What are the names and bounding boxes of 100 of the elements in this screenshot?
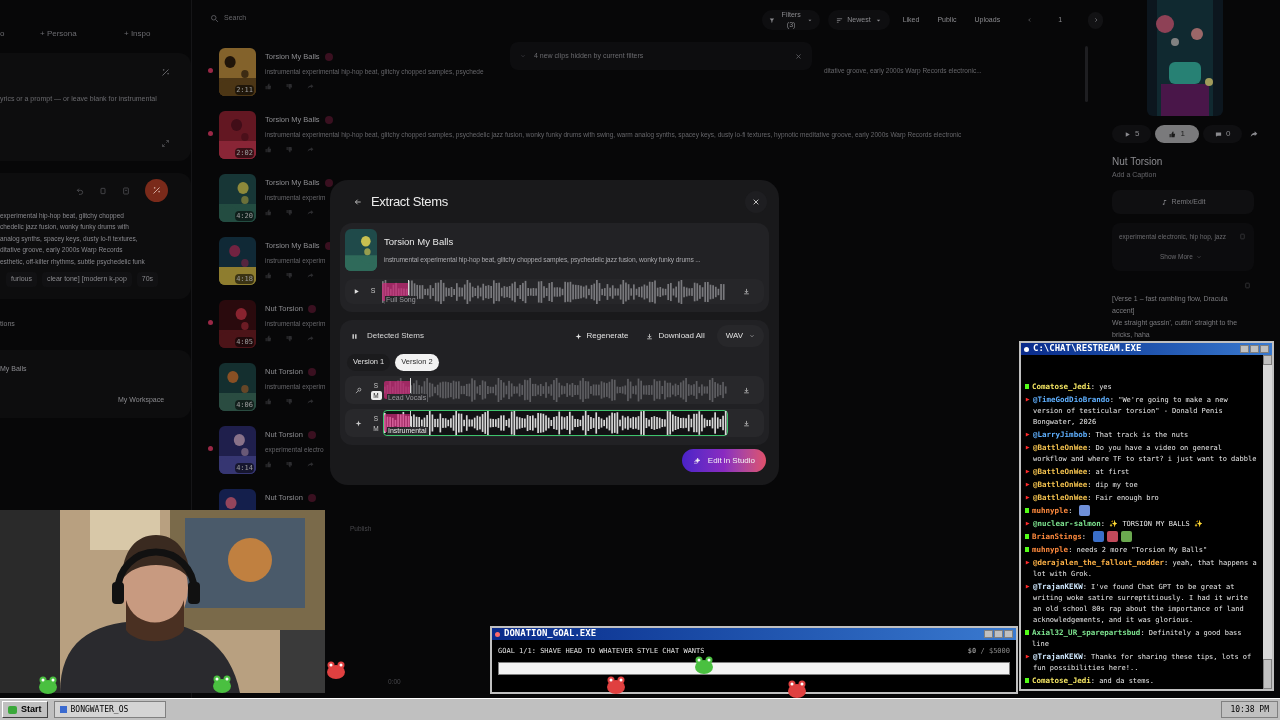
thumbs-down-icon[interactable] bbox=[286, 272, 293, 279]
thumbs-up-icon[interactable] bbox=[265, 398, 272, 405]
music-note-icon bbox=[1160, 198, 1168, 206]
speech-bubble-icon bbox=[1214, 130, 1222, 138]
pause-icon[interactable] bbox=[351, 332, 358, 340]
play-icon bbox=[1025, 560, 1030, 565]
previous-page-icon[interactable] bbox=[1027, 17, 1033, 23]
close-icon[interactable] bbox=[795, 52, 802, 60]
chevron-down-icon bbox=[520, 53, 526, 59]
close-button[interactable] bbox=[745, 190, 767, 213]
tag-icon bbox=[307, 494, 316, 502]
next-page-button[interactable] bbox=[1088, 11, 1103, 29]
thumbs-up-icon bbox=[1169, 130, 1177, 138]
tag-icon bbox=[324, 53, 333, 61]
play-icon[interactable] bbox=[353, 288, 360, 295]
expand-icon[interactable] bbox=[161, 139, 170, 148]
thumbs-down-icon[interactable] bbox=[286, 209, 293, 216]
kick-icon bbox=[1025, 678, 1029, 683]
tag-icon bbox=[307, 305, 316, 313]
window-icon bbox=[1024, 346, 1029, 352]
play-icon bbox=[1025, 521, 1030, 526]
scroll-up-button[interactable] bbox=[1263, 355, 1272, 365]
copy-icon[interactable] bbox=[99, 186, 107, 195]
play-icon bbox=[1025, 397, 1030, 402]
play-icon bbox=[1025, 584, 1030, 589]
start-button[interactable]: Start bbox=[2, 701, 48, 718]
back-arrow-icon[interactable] bbox=[354, 197, 362, 206]
funnel-icon bbox=[769, 16, 775, 24]
chevron-down-icon bbox=[749, 333, 755, 339]
thumbs-down-icon[interactable] bbox=[286, 398, 293, 405]
maximize-button[interactable] bbox=[1250, 345, 1259, 353]
scrollbar-thumb[interactable] bbox=[1263, 659, 1272, 689]
play-icon bbox=[1025, 469, 1030, 474]
thumbs-up-icon[interactable] bbox=[265, 335, 272, 342]
kick-icon bbox=[1025, 630, 1029, 635]
thumbs-down-icon[interactable] bbox=[286, 146, 293, 153]
frog-icon bbox=[212, 675, 232, 693]
frog-icon bbox=[38, 676, 58, 694]
microphone-icon bbox=[355, 386, 362, 394]
format-dropdown[interactable]: WAV bbox=[716, 325, 764, 347]
play-icon bbox=[1025, 482, 1030, 487]
document-icon[interactable] bbox=[122, 186, 130, 195]
thumbs-down-icon[interactable] bbox=[286, 335, 293, 342]
track-title: Nut Torsion bbox=[1112, 155, 1163, 169]
tab-link[interactable]: o bbox=[0, 28, 40, 40]
download-icon[interactable] bbox=[743, 419, 750, 427]
thumbs-up-icon[interactable] bbox=[265, 461, 272, 468]
minimize-button[interactable] bbox=[1240, 345, 1249, 353]
thumbs-down-icon[interactable] bbox=[286, 461, 293, 468]
kick-icon bbox=[1025, 508, 1029, 513]
thumbs-up-icon[interactable] bbox=[265, 146, 272, 153]
copy-icon[interactable] bbox=[1244, 282, 1251, 289]
tag-icon bbox=[307, 431, 316, 439]
tag-icon bbox=[324, 179, 333, 187]
search-icon bbox=[210, 13, 219, 23]
frog-icon bbox=[694, 656, 714, 674]
kick-icon bbox=[1025, 384, 1029, 389]
section-heading: Detected Stems bbox=[367, 330, 425, 342]
comment-button[interactable]: 0 bbox=[1202, 125, 1243, 143]
download-icon[interactable] bbox=[743, 288, 750, 295]
thumbs-up-icon[interactable] bbox=[265, 83, 272, 90]
sort-icon bbox=[836, 16, 844, 24]
thumbs-up-icon[interactable] bbox=[265, 209, 272, 216]
frog-icon bbox=[326, 661, 346, 679]
play-icon bbox=[1124, 130, 1131, 138]
minimize-button[interactable] bbox=[984, 630, 993, 638]
window-title: C:\CHAT\RESTREAM.EXE bbox=[1033, 342, 1143, 356]
thumbs-down-icon[interactable] bbox=[286, 83, 293, 90]
play-count-button[interactable]: 5 bbox=[1112, 125, 1152, 143]
frog-icon bbox=[606, 676, 626, 694]
tab-link[interactable]: + Persona bbox=[40, 28, 124, 40]
maximize-button[interactable] bbox=[994, 630, 1003, 638]
edit-in-studio-button[interactable]: Edit in Studio bbox=[681, 449, 766, 472]
play-icon bbox=[1025, 445, 1030, 450]
studio-icon bbox=[692, 456, 701, 465]
kick-icon bbox=[1025, 534, 1029, 539]
sparkle-icon bbox=[574, 332, 582, 340]
download-icon[interactable] bbox=[743, 386, 750, 394]
download-all-button[interactable]: Download All bbox=[646, 330, 705, 342]
undo-icon[interactable] bbox=[76, 186, 84, 195]
close-icon bbox=[752, 197, 760, 206]
share-icon[interactable] bbox=[1250, 130, 1259, 138]
regenerate-button[interactable]: Regenerate bbox=[574, 330, 629, 342]
window-title: DONATION_GOAL.EXE bbox=[504, 627, 598, 641]
chevron-right-icon bbox=[1092, 17, 1099, 23]
chevron-down-icon bbox=[1195, 253, 1202, 260]
close-button[interactable] bbox=[1004, 630, 1013, 638]
magic-wand-icon[interactable] bbox=[161, 68, 170, 77]
tag-icon bbox=[307, 368, 316, 376]
tab-link[interactable]: + Inspo bbox=[124, 28, 184, 40]
window-icon bbox=[495, 631, 500, 637]
like-button[interactable]: 1 bbox=[1155, 125, 1199, 143]
copy-icon[interactable] bbox=[1239, 233, 1246, 240]
thumbs-up-icon[interactable] bbox=[265, 272, 272, 279]
taskbar-item[interactable]: BONGWATER_OS bbox=[53, 701, 166, 718]
download-icon bbox=[646, 332, 654, 340]
play-icon bbox=[1025, 495, 1030, 500]
generate-button[interactable] bbox=[145, 179, 168, 202]
sparkle-icon bbox=[355, 419, 362, 427]
close-button[interactable] bbox=[1260, 345, 1269, 353]
